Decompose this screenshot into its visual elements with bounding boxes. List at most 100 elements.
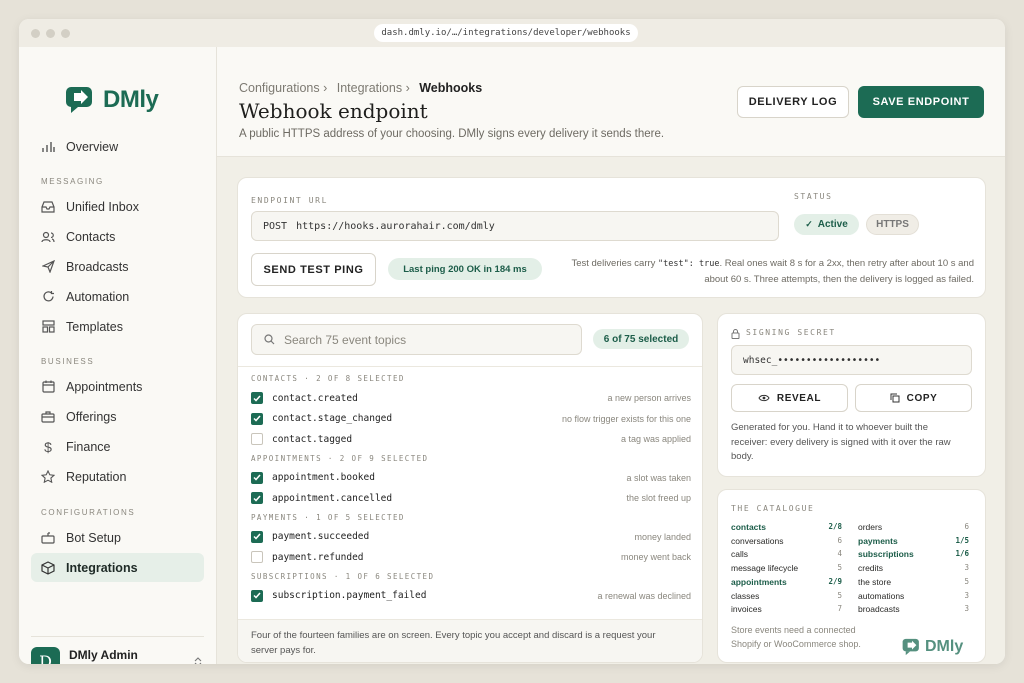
checkbox-unchecked[interactable] — [251, 551, 263, 563]
topic-name: appointment.booked — [272, 472, 375, 483]
http-method: POST — [263, 220, 288, 232]
users-icon — [41, 230, 55, 244]
briefcase-icon — [41, 410, 55, 424]
sidebar-item-label: Unified Inbox — [66, 199, 139, 214]
status-label: STATUS — [794, 192, 833, 201]
topic-row[interactable]: appointment.booked a slot was taken — [251, 470, 691, 486]
topic-row[interactable]: payment.succeeded money landed — [251, 529, 691, 545]
catalogue-family-name: automations — [858, 590, 905, 601]
checkbox-checked[interactable] — [251, 530, 263, 543]
signing-secret-note: Generated for you. Hand it to whoever bu… — [731, 422, 951, 462]
catalogue-item: appointments 2/9 — [731, 577, 842, 587]
endpoint-url-value: https://hooks.aurorahair.com/dmly — [296, 220, 495, 232]
catalogue-item: message lifecycle 5 — [731, 563, 842, 573]
catalogue-item: payments 1/5 — [858, 536, 969, 546]
copy-button[interactable]: COPY — [855, 384, 972, 412]
catalogue-card: THE CATALOGUE contacts 2/8 conversations 6 c… — [717, 489, 986, 663]
template-icon — [41, 320, 55, 334]
topic-row[interactable]: contact.stage_changed no flow trigger exi… — [251, 411, 691, 427]
sidebar-item-offerings[interactable]: Offerings — [31, 402, 204, 431]
sidebar-item-contacts[interactable]: Contacts — [31, 222, 204, 251]
catalogue-family-count: 3 — [964, 590, 969, 600]
breadcrumb-current: Webhooks — [419, 81, 483, 95]
chevron-up-down-icon[interactable] — [194, 656, 202, 664]
catalogue-family-name: credits — [858, 563, 884, 574]
sidebar-item-label: Automation — [66, 289, 130, 304]
delivery-log-button[interactable]: DELIVERY LOG — [737, 86, 849, 118]
checkbox-checked[interactable] — [251, 589, 263, 602]
topic-search-input[interactable]: Search 75 event topics — [251, 324, 582, 355]
window-minimize-dot[interactable] — [46, 29, 55, 38]
catalogue-family-count: 5 — [964, 576, 969, 586]
topic-row[interactable]: payment.refunded money went back — [251, 549, 691, 565]
breadcrumb-configurations[interactable]: Configurations — [239, 81, 320, 95]
topic-name: contact.tagged — [272, 433, 353, 445]
status-badge-https: HTTPS — [866, 214, 919, 235]
topic-description: no flow trigger exists for this one — [561, 413, 691, 424]
catalogue-family-count: 4 — [837, 549, 842, 559]
window-close-dot[interactable] — [31, 29, 40, 38]
signing-secret-card: SIGNING SECRET whsec_•••••••••••••••••• … — [717, 313, 986, 477]
catalogue-family-count: 2/8 — [828, 522, 842, 531]
address-bar[interactable]: dash.dmly.io/…/integrations/developer/we… — [374, 24, 638, 42]
topic-row[interactable]: contact.tagged a tag was applied — [251, 431, 691, 447]
user-menu[interactable]: D DMly Admin DMly — [31, 636, 204, 664]
brand-name: DMly — [925, 638, 964, 655]
topic-group-heading: APPOINTMENTS · 2 OF 9 SELECTED — [251, 453, 429, 463]
send-test-ping-button[interactable]: SEND TEST PING — [251, 253, 376, 286]
inbox-icon — [41, 200, 55, 214]
calendar-icon — [41, 380, 55, 394]
sidebar-item-label: Reputation — [66, 469, 127, 484]
sidebar-item-unified-inbox[interactable]: Unified Inbox — [31, 192, 204, 221]
sidebar-item-automation[interactable]: Automation — [31, 282, 204, 311]
topic-description: the slot freed up — [626, 493, 691, 503]
checkbox-checked[interactable] — [251, 471, 263, 484]
sidebar-item-templates[interactable]: Templates — [31, 312, 204, 341]
breadcrumb-integrations[interactable]: Integrations — [337, 81, 402, 95]
sidebar-item-broadcasts[interactable]: Broadcasts — [31, 252, 204, 281]
window-zoom-dot[interactable] — [61, 29, 70, 38]
catalogue-family-count: 6 — [837, 535, 842, 545]
sidebar-item-integrations[interactable]: Integrations — [31, 553, 204, 582]
save-endpoint-button[interactable]: SAVE ENDPOINT — [858, 86, 984, 118]
last-ping-badge: Last ping 200 OK in 184 ms — [388, 258, 542, 280]
catalogue-family-name: message lifecycle — [731, 563, 799, 574]
topic-name: appointment.cancelled — [272, 492, 393, 504]
sidebar-item-overview[interactable]: Overview — [31, 132, 204, 161]
check-icon — [253, 533, 261, 540]
user-name: DMly Admin — [69, 648, 138, 662]
endpoint-url-label: ENDPOINT URL — [251, 196, 328, 205]
sidebar-item-bot-setup[interactable]: Bot Setup — [31, 523, 204, 552]
topic-row[interactable]: appointment.cancelled the slot freed up — [251, 490, 691, 506]
checkbox-checked[interactable] — [251, 412, 263, 425]
catalogue-family-name: the store — [858, 576, 892, 587]
endpoint-url-field[interactable]: POST https://hooks.aurorahair.com/dmly — [251, 211, 779, 241]
sidebar-item-label: Integrations — [66, 560, 138, 575]
sidebar-item-label: Templates — [66, 319, 123, 334]
reveal-button[interactable]: REVEAL — [731, 384, 848, 412]
event-topics-card: Search 75 event topics 6 of 75 selected … — [237, 313, 703, 663]
checkbox-checked[interactable] — [251, 392, 263, 404]
catalogue-family-name: appointments — [731, 576, 787, 587]
search-placeholder: Search 75 event topics — [284, 332, 407, 347]
checkbox-unchecked[interactable] — [251, 433, 263, 445]
cube-icon — [41, 560, 55, 575]
catalogue-item: contacts 2/8 — [731, 522, 842, 532]
sidebar-item-reputation[interactable]: Reputation — [31, 462, 204, 491]
check-icon — [253, 474, 261, 481]
signing-secret-field[interactable]: whsec_•••••••••••••••••• — [731, 345, 972, 375]
sidebar-item-appointments[interactable]: Appointments — [31, 372, 204, 401]
catalogue-family-count: 5 — [837, 590, 842, 600]
brand-logo[interactable]: DMly — [65, 85, 159, 115]
topic-row[interactable]: subscription.payment_failed a renewal was… — [251, 588, 691, 604]
topic-row[interactable]: contact.created a new person arrives — [251, 390, 691, 406]
catalogue-family-count: 7 — [837, 604, 842, 614]
endpoint-card: ENDPOINT URL POST https://hooks.auroraha… — [237, 177, 986, 298]
star-icon — [41, 470, 55, 484]
checkbox-checked[interactable] — [251, 492, 263, 504]
copy-icon — [890, 393, 900, 403]
sidebar-item-finance[interactable]: $ Finance — [31, 432, 204, 461]
signing-secret-label: SIGNING SECRET — [746, 328, 836, 337]
catalogue-family-name: contacts — [731, 522, 766, 532]
topics-footer: Four of the fourteen families are on scr… — [238, 619, 702, 662]
